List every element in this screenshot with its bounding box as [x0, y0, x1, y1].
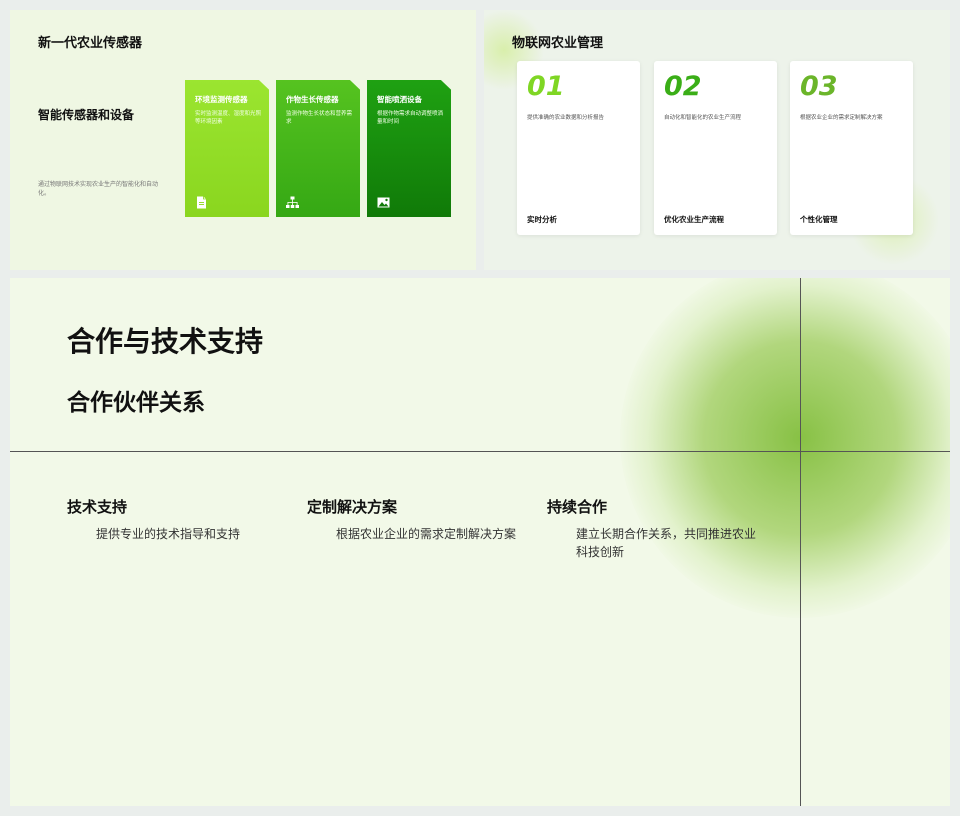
slide-cooperation-support: 合作与技术支持 合作伙伴关系 技术支持 提供专业的技术指导和支持 定制解决方案 …: [10, 278, 950, 806]
card-label: 优化农业生产流程: [664, 215, 724, 224]
card-description: 实时监测温度、湿度和光照等环境因素: [195, 111, 262, 125]
card-description: 监测作物生长状态和营养需求: [286, 111, 353, 125]
column-description: 提供专业的技术指导和支持: [96, 527, 241, 541]
slide-title: 物联网农业管理: [512, 36, 604, 51]
sensor-card-smart-spraying: 智能喷洒设备 根据作物需求自动调整喷洒量和时间: [367, 80, 451, 217]
card-description: 根据农业企业的需求定制解决方案: [800, 115, 883, 121]
column-title: 定制解决方案: [307, 498, 398, 516]
column-description: 根据农业企业的需求定制解决方案: [336, 527, 517, 541]
card-number: 02: [664, 71, 702, 102]
vertical-divider: [800, 278, 801, 806]
sensor-card-environment: 环境监测传感器 实时监测温度、湿度和光照等环境因素: [185, 80, 269, 217]
card-description: 提供准确的农业数据和分析报告: [527, 115, 605, 121]
card-label: 个性化管理: [800, 215, 838, 224]
card-title: 环境监测传感器: [195, 95, 248, 104]
column-title: 技术支持: [67, 498, 128, 516]
sensor-card-crop-growth: 作物生长传感器 监测作物生长状态和营养需求: [276, 80, 360, 217]
document-icon: [197, 196, 206, 209]
hierarchy-icon: [286, 196, 299, 208]
image-icon: [377, 197, 390, 208]
slide-subtitle: 合作伙伴关系: [67, 390, 205, 416]
column-tech-support: 技术支持 提供专业的技术指导和支持: [67, 496, 277, 543]
slide-title: 新一代农业传感器: [38, 36, 143, 51]
column-title: 持续合作: [547, 498, 608, 516]
card-title: 作物生长传感器: [286, 95, 339, 104]
card-label: 实时分析: [527, 215, 557, 224]
decorative-gradient-blob: [620, 278, 950, 618]
card-number: 01: [527, 71, 565, 102]
column-ongoing-cooperation: 持续合作 建立长期合作关系，共同推进农业科技创新: [547, 496, 757, 561]
card-description: 自动化和智能化的农业生产流程: [664, 115, 742, 121]
column-custom-solutions: 定制解决方案 根据农业企业的需求定制解决方案: [307, 496, 517, 543]
column-description: 建立长期合作关系，共同推进农业科技创新: [576, 527, 757, 559]
feature-card-realtime-analysis: 01 提供准确的农业数据和分析报告 实时分析: [517, 61, 640, 235]
card-number: 03: [800, 71, 838, 102]
slide-description: 通过物联网技术实现农业生产的智能化和自动化。: [38, 181, 159, 197]
slide-iot-management: 物联网农业管理 01 提供准确的农业数据和分析报告 实时分析 02 自动化和智能…: [484, 10, 950, 270]
feature-card-personalized-management: 03 根据农业企业的需求定制解决方案 个性化管理: [790, 61, 913, 235]
slide-title: 合作与技术支持: [67, 325, 264, 358]
feature-card-optimize-production: 02 自动化和智能化的农业生产流程 优化农业生产流程: [654, 61, 777, 235]
horizontal-divider: [10, 451, 950, 452]
slide-subtitle: 智能传感器和设备: [38, 108, 135, 122]
card-description: 根据作物需求自动调整喷洒量和时间: [377, 111, 444, 125]
card-title: 智能喷洒设备: [377, 95, 422, 104]
slide-sensors: 新一代农业传感器 智能传感器和设备 通过物联网技术实现农业生产的智能化和自动化。…: [10, 10, 476, 270]
